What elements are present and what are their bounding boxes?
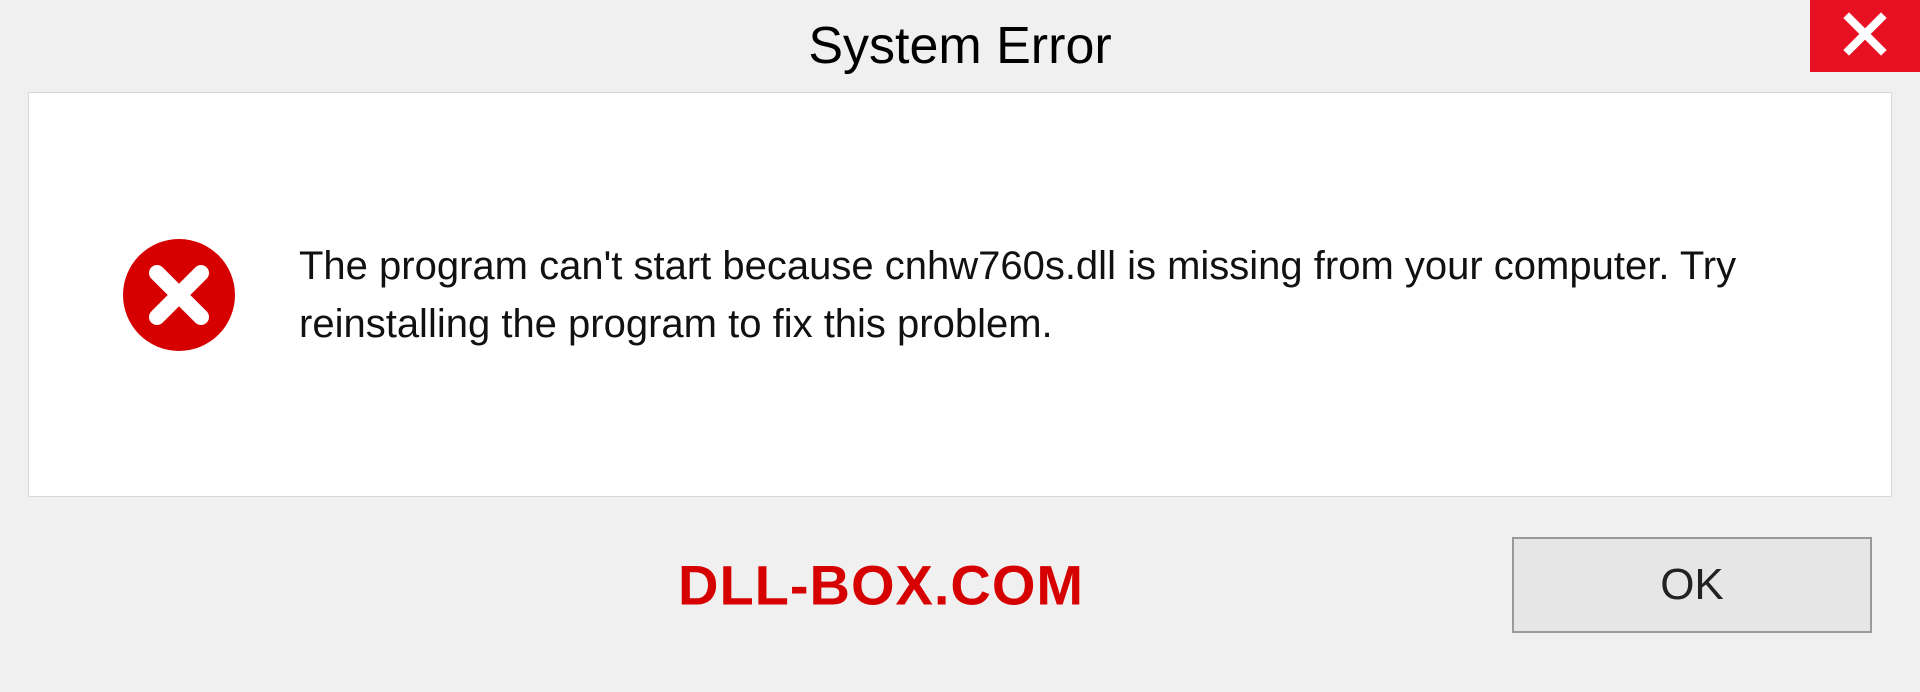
content-panel: The program can't start because cnhw760s… <box>28 92 1892 497</box>
error-message: The program can't start because cnhw760s… <box>299 237 1851 353</box>
error-icon <box>119 235 239 355</box>
watermark-text: DLL-BOX.COM <box>678 552 1084 617</box>
close-button[interactable] <box>1810 0 1920 72</box>
close-icon <box>1843 12 1887 61</box>
dialog-title: System Error <box>808 16 1111 76</box>
dialog-footer: DLL-BOX.COM OK <box>28 497 1892 672</box>
titlebar: System Error <box>0 0 1920 92</box>
ok-button[interactable]: OK <box>1512 537 1872 633</box>
